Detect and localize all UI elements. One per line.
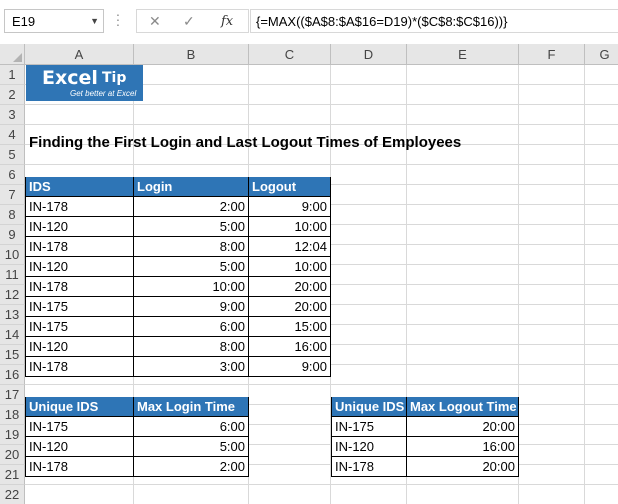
formula-bar: E19 ▼ · · · ✕ ✓ fx {=MAX(($A$8:$A$16=D19)*…: [0, 0, 618, 44]
table-cell[interactable]: 2:00: [134, 197, 249, 217]
table-cell[interactable]: IN-120: [25, 337, 134, 357]
table-cell[interactable]: 6:00: [134, 417, 249, 437]
table-cell[interactable]: 20:00: [407, 457, 519, 477]
row-header[interactable]: 13: [0, 305, 25, 325]
column-header-d[interactable]: D: [331, 44, 407, 65]
cancel-icon[interactable]: ✕: [149, 13, 161, 30]
row-header[interactable]: 18: [0, 405, 25, 425]
table-cell[interactable]: 9:00: [249, 197, 331, 217]
logo-tagline: Get better at Excel: [70, 89, 137, 98]
table-cell[interactable]: 2:00: [134, 457, 249, 477]
table-cell[interactable]: 9:00: [134, 297, 249, 317]
table-header-max-login[interactable]: Max Login Time: [134, 397, 249, 417]
table-cell[interactable]: IN-178: [25, 357, 134, 377]
table-cell[interactable]: IN-178: [331, 457, 407, 477]
table-cell[interactable]: 5:00: [134, 437, 249, 457]
excel-tip-logo: Excel Tip Get better at Excel: [26, 65, 143, 101]
row-header[interactable]: 9: [0, 225, 25, 245]
table-cell[interactable]: 20:00: [407, 417, 519, 437]
table-header-login[interactable]: Login: [134, 177, 249, 197]
row-header[interactable]: 21: [0, 465, 25, 485]
row-header[interactable]: 6: [0, 165, 25, 185]
chevron-down-icon[interactable]: ▼: [90, 16, 99, 26]
table-cell[interactable]: IN-120: [331, 437, 407, 457]
row-header[interactable]: 15: [0, 345, 25, 365]
table-cell[interactable]: 10:00: [249, 217, 331, 237]
logo-tip: Tip: [102, 70, 127, 86]
table-cell[interactable]: 8:00: [134, 237, 249, 257]
table-cell[interactable]: 10:00: [249, 257, 331, 277]
table-cell[interactable]: 8:00: [134, 337, 249, 357]
table-cell[interactable]: IN-120: [25, 437, 134, 457]
sheet-title[interactable]: Finding the First Login and Last Logout …: [29, 134, 461, 151]
select-all-corner[interactable]: [0, 44, 25, 65]
table-cell[interactable]: 16:00: [407, 437, 519, 457]
formula-input[interactable]: {=MAX(($A$8:$A$16=D19)*($C$8:$C$16))}: [250, 9, 618, 33]
row-header[interactable]: 11: [0, 265, 25, 285]
table-cell[interactable]: IN-178: [25, 457, 134, 477]
column-header-c[interactable]: C: [249, 44, 331, 65]
table-cell[interactable]: 3:00: [134, 357, 249, 377]
table-header-ids[interactable]: IDS: [25, 177, 134, 197]
table-header-unique-ids[interactable]: Unique IDS: [25, 397, 134, 417]
table-cell[interactable]: 6:00: [134, 317, 249, 337]
table-cell[interactable]: 5:00: [134, 217, 249, 237]
row-header[interactable]: 4: [0, 125, 25, 145]
table-cell[interactable]: 20:00: [249, 297, 331, 317]
row-header[interactable]: 12: [0, 285, 25, 305]
table-cell[interactable]: 10:00: [134, 277, 249, 297]
table-header-logout[interactable]: Logout: [249, 177, 331, 197]
table-header-max-logout[interactable]: Max Logout Time: [407, 397, 519, 417]
table-cell[interactable]: 12:04: [249, 237, 331, 257]
table-cell[interactable]: IN-178: [25, 197, 134, 217]
table-cell[interactable]: IN-120: [25, 217, 134, 237]
row-header[interactable]: 7: [0, 185, 25, 205]
column-header-e[interactable]: E: [407, 44, 519, 65]
row-header[interactable]: 22: [0, 485, 25, 504]
column-header-g[interactable]: G: [585, 44, 618, 65]
row-header[interactable]: 10: [0, 245, 25, 265]
table-cell[interactable]: IN-175: [25, 297, 134, 317]
table-cell[interactable]: 20:00: [249, 277, 331, 297]
table-header-unique-ids[interactable]: Unique IDS: [331, 397, 407, 417]
table-cell[interactable]: IN-178: [25, 237, 134, 257]
table-cell[interactable]: IN-178: [25, 277, 134, 297]
row-header[interactable]: 14: [0, 325, 25, 345]
table-cell[interactable]: 5:00: [134, 257, 249, 277]
formula-text: {=MAX(($A$8:$A$16=D19)*($C$8:$C$16))}: [256, 14, 508, 29]
row-header[interactable]: 8: [0, 205, 25, 225]
row-header[interactable]: 19: [0, 425, 25, 445]
row-header[interactable]: 1: [0, 65, 25, 85]
table-cell[interactable]: 9:00: [249, 357, 331, 377]
name-box[interactable]: E19 ▼: [4, 9, 104, 33]
table-cell[interactable]: IN-120: [25, 257, 134, 277]
table-cell[interactable]: 15:00: [249, 317, 331, 337]
column-header-a[interactable]: A: [25, 44, 134, 65]
table-cell[interactable]: IN-175: [25, 317, 134, 337]
row-header[interactable]: 16: [0, 365, 25, 385]
row-header[interactable]: 5: [0, 145, 25, 165]
table-cell[interactable]: IN-175: [331, 417, 407, 437]
row-header[interactable]: 2: [0, 85, 25, 105]
check-icon[interactable]: ✓: [183, 13, 195, 30]
more-options-icon[interactable]: · · ·: [114, 7, 122, 31]
table-cell[interactable]: 16:00: [249, 337, 331, 357]
row-header[interactable]: 3: [0, 105, 25, 125]
column-header-b[interactable]: B: [134, 44, 249, 65]
insert-function-icon[interactable]: fx: [221, 14, 233, 29]
table-cell[interactable]: IN-175: [25, 417, 134, 437]
logo-brand: Excel: [42, 67, 98, 89]
row-header[interactable]: 17: [0, 385, 25, 405]
formula-tools: ✕ ✓ fx: [136, 9, 249, 33]
column-header-f[interactable]: F: [519, 44, 585, 65]
row-header[interactable]: 20: [0, 445, 25, 465]
name-box-value: E19: [12, 14, 36, 29]
